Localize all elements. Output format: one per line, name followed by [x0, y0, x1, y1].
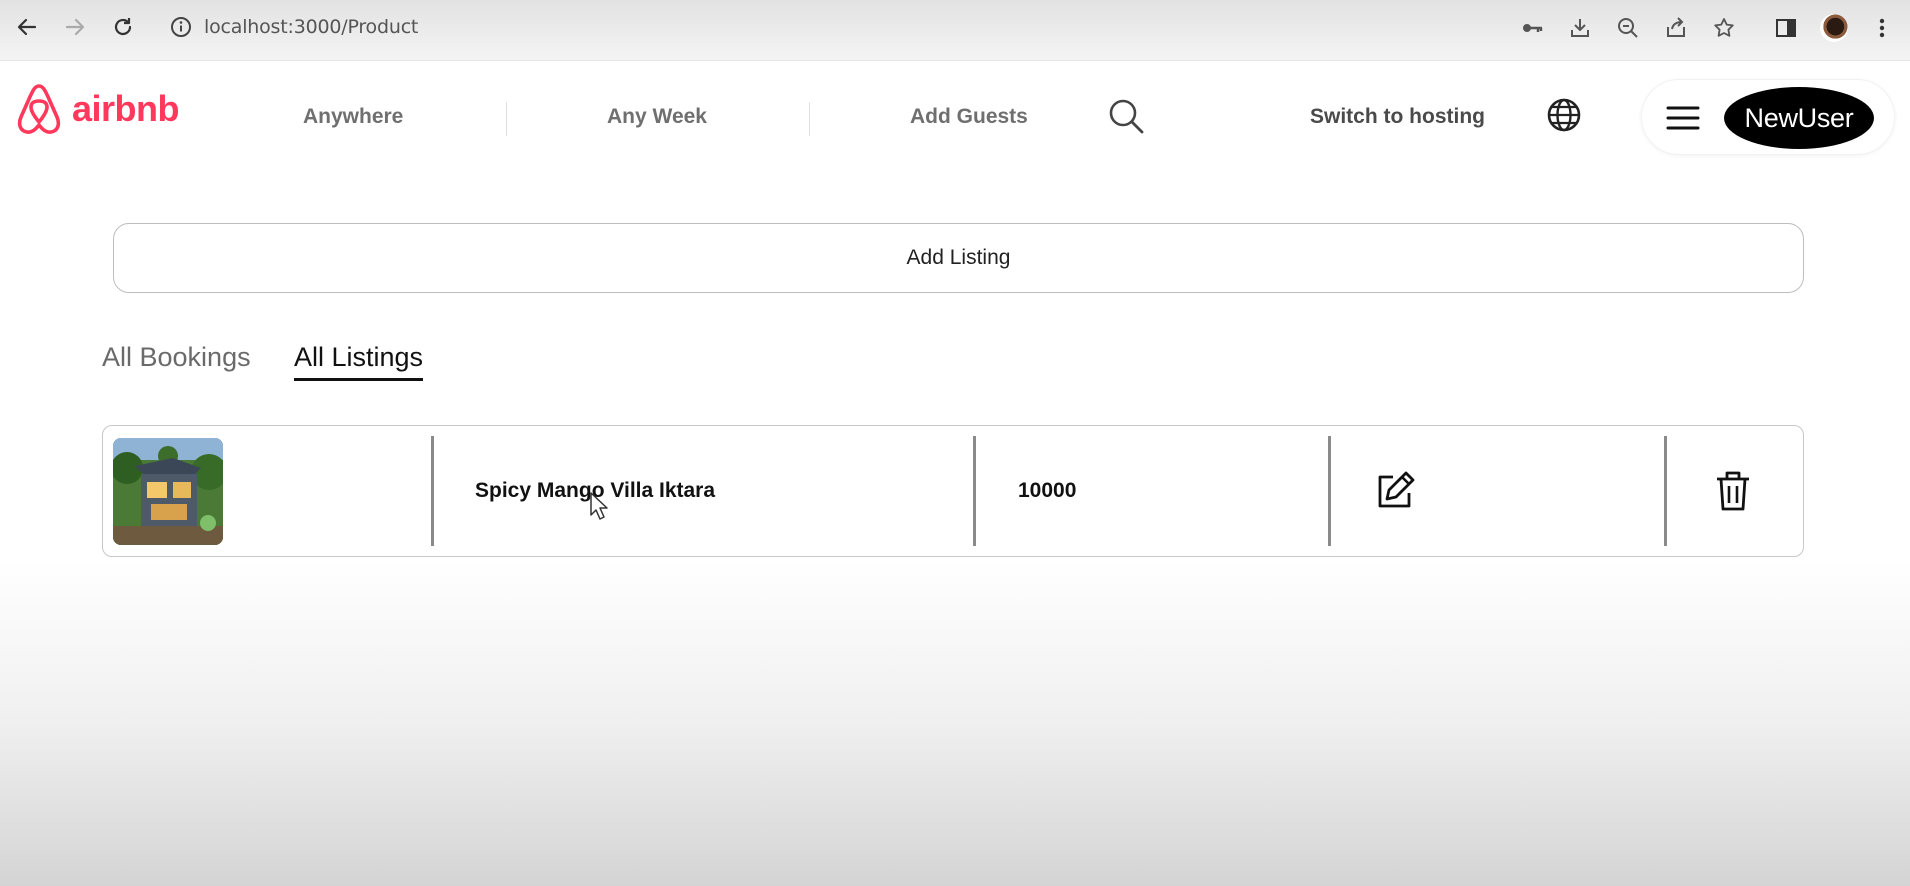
download-icon[interactable]	[1566, 14, 1594, 42]
site-header: airbnb Anywhere Any Week Add Guests Swit…	[0, 62, 1910, 167]
listing-price: 10000	[1018, 479, 1077, 502]
tab-all-listings[interactable]: All Listings	[294, 342, 423, 373]
hamburger-menu-icon[interactable]	[1666, 104, 1700, 132]
column-divider	[1664, 436, 1667, 546]
column-divider	[1328, 436, 1331, 546]
search-add-guests[interactable]: Add Guests	[910, 105, 1028, 129]
info-icon[interactable]	[170, 16, 192, 38]
profile-avatar[interactable]	[1820, 14, 1848, 42]
column-divider	[431, 436, 434, 546]
reload-icon[interactable]	[108, 12, 138, 42]
active-tab-underline	[294, 378, 423, 381]
listing-row: Spicy Mango Villa Iktara 10000	[102, 425, 1804, 557]
star-icon[interactable]	[1710, 14, 1738, 42]
user-menu[interactable]: NewUser	[1641, 79, 1895, 155]
add-listing-button[interactable]: Add Listing	[113, 223, 1804, 293]
airbnb-belo-icon	[17, 84, 61, 134]
search-icon[interactable]	[1106, 96, 1146, 136]
share-icon[interactable]	[1662, 14, 1690, 42]
user-name-badge[interactable]: NewUser	[1724, 87, 1874, 149]
edit-icon[interactable]	[1373, 469, 1417, 513]
globe-icon[interactable]	[1545, 96, 1583, 134]
switch-to-hosting-link[interactable]: Switch to hosting	[1310, 105, 1485, 129]
back-arrow-icon[interactable]	[12, 12, 42, 42]
airbnb-logo[interactable]: airbnb	[16, 82, 180, 136]
address-bar[interactable]: localhost:3000/Product	[170, 12, 418, 42]
mouse-cursor-icon	[589, 491, 611, 521]
kebab-menu-icon[interactable]	[1868, 14, 1896, 42]
search-any-week[interactable]: Any Week	[607, 105, 707, 129]
zoom-out-icon[interactable]	[1614, 14, 1642, 42]
forward-arrow-icon[interactable]	[60, 12, 90, 42]
listing-thumbnail[interactable]	[113, 438, 223, 545]
key-icon[interactable]	[1518, 14, 1546, 42]
url-text[interactable]: localhost:3000/Product	[204, 16, 418, 38]
browser-toolbar: localhost:3000/Product	[0, 0, 1910, 61]
search-divider	[506, 102, 507, 136]
search-anywhere[interactable]: Anywhere	[303, 105, 403, 129]
search-divider	[809, 102, 810, 136]
sidebar-icon[interactable]	[1772, 14, 1800, 42]
column-divider	[973, 436, 976, 546]
logo-text: airbnb	[72, 88, 180, 129]
tab-all-bookings[interactable]: All Bookings	[102, 342, 251, 373]
trash-icon[interactable]	[1713, 469, 1753, 513]
